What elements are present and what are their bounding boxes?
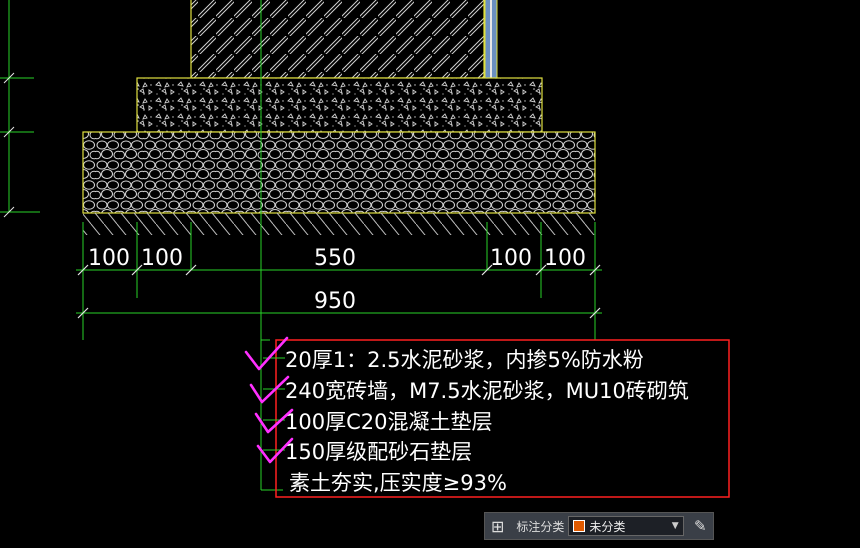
note-line: 100厚C20混凝土垫层 <box>285 410 492 434</box>
ruler-label: 2 <box>0 13 6 27</box>
dimension-label: 100 <box>88 246 130 271</box>
left-ruler: 2 0 0 <box>0 0 40 218</box>
category-value: 未分类 <box>589 519 626 534</box>
dimension-label: 550 <box>314 246 356 271</box>
compacted-earth <box>83 213 595 235</box>
note-line: 150厚级配砂石垫层 <box>285 440 472 464</box>
note-line: 20厚1：2.5水泥砂浆，内掺5%防水粉 <box>285 348 644 372</box>
note-line: 240宽砖墙，M7.5水泥砂浆，MU10砖砌筑 <box>285 379 689 403</box>
gravel-cushion-layer <box>82 131 596 214</box>
cad-drawing: 2 0 0 100 100 550 100 100 950 20厚1：2.5水泥 <box>0 0 730 498</box>
edit-icon[interactable]: ✎ <box>688 513 713 539</box>
note-leaders <box>263 357 285 451</box>
dimension-label: 100 <box>544 246 586 271</box>
note-line: 素土夯实,压实度≥93% <box>289 471 507 495</box>
category-label: 标注分类 <box>516 519 565 534</box>
dimension-total-label: 950 <box>314 289 356 314</box>
chevron-down-icon: ▼ <box>671 521 679 531</box>
concrete-cushion-layer <box>136 77 543 133</box>
dimension-label: 100 <box>490 246 532 271</box>
dimension-lines <box>76 222 602 340</box>
grid-icon[interactable]: ⊞ <box>485 513 510 539</box>
dimension-label: 100 <box>141 246 183 271</box>
checkmark-icon <box>244 336 289 371</box>
category-select[interactable]: 未分类 ▼ <box>568 516 684 536</box>
category-color-swatch <box>573 520 586 532</box>
annotation-category-toolbar: ⊞ 标注分类 未分类 ▼ ✎ <box>484 512 714 540</box>
brick-wall <box>190 0 498 79</box>
